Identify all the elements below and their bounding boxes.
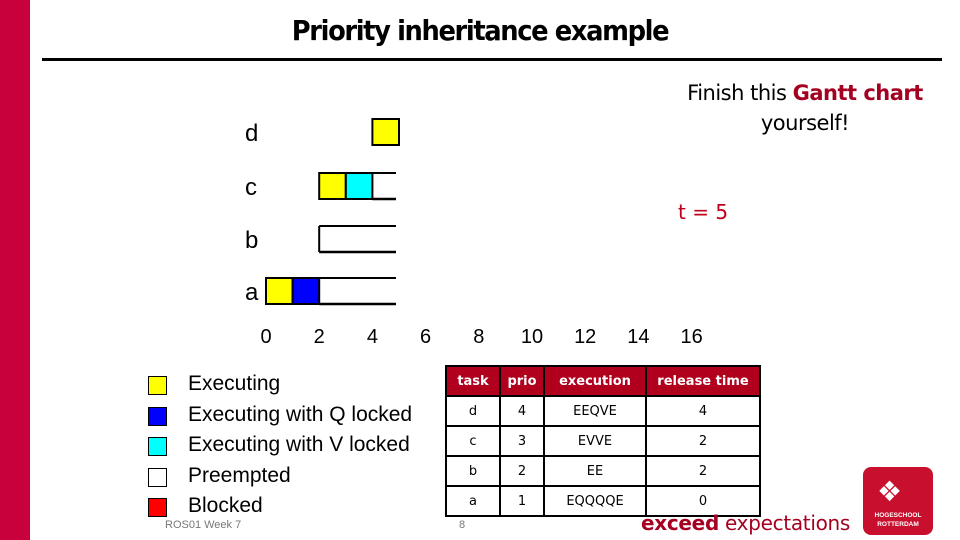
header-prio: prio (499, 365, 545, 397)
table-row: b 2 EE 2 (445, 455, 761, 487)
x-tick-label: 2 (314, 326, 325, 348)
logo-text: HOGESCHOOL ROTTERDAM (863, 511, 933, 529)
x-tick-label: 14 (627, 326, 649, 348)
table-row: c 3 EVVE 2 (445, 425, 761, 457)
cell-release-time: 2 (645, 425, 761, 457)
header-release-time: release time (645, 365, 761, 397)
cell-prio: 2 (499, 455, 545, 487)
gantt-chart: dcba0 2 4 6 8 10 12 14 16 (245, 118, 703, 348)
slide-title: Priority inheritance example (291, 14, 670, 47)
x-tick-label: 16 (680, 326, 702, 348)
x-tick-label: 6 (420, 326, 431, 348)
cell-release-time: 4 (645, 395, 761, 427)
x-tick-label: 0 (260, 326, 271, 348)
legend-label: Executing with Q locked (188, 402, 413, 426)
header-execution: execution (543, 365, 647, 397)
logo-line1: HOGESCHOOL (874, 512, 922, 519)
table-header-row: task prio execution release time (445, 365, 761, 397)
legend-swatch (148, 376, 167, 395)
note-highlight: Gantt chart (792, 81, 924, 105)
cell-execution: EEQVE (543, 395, 647, 427)
table-row: d 4 EEQVE 4 (445, 395, 761, 427)
accent-sidebar (0, 0, 30, 540)
gantt-segment-c-preempted (372, 172, 396, 201)
logo-line2: ROTTERDAM (877, 521, 919, 528)
page-number: 8 (459, 519, 466, 531)
gantt-segment-a-Q (291, 277, 321, 305)
cell-task: c (445, 425, 501, 457)
legend-label: Executing with V locked (188, 433, 410, 456)
task-label-c: c (245, 174, 257, 201)
logo-mark-icon: ❖ (877, 475, 903, 508)
legend-swatch (148, 498, 167, 517)
x-tick-label: 12 (574, 326, 596, 348)
cell-release-time: 2 (645, 455, 761, 487)
task-label-b: b (245, 227, 258, 254)
cell-prio: 1 (499, 485, 545, 517)
cell-execution: EVVE (543, 425, 647, 457)
note-suffix: yourself! (760, 111, 850, 135)
cell-execution: EQQQQE (543, 485, 647, 517)
gantt-segment-d-E (371, 118, 400, 146)
legend-label: Blocked (188, 494, 263, 517)
title-divider (42, 58, 942, 61)
brand-bold: exceed (641, 511, 719, 535)
legend-swatch (148, 467, 167, 487)
legend-swatch (148, 406, 167, 426)
x-tick-label: 4 (367, 326, 378, 348)
gantt-segment-c-E (318, 172, 347, 200)
cell-prio: 3 (499, 425, 545, 457)
cell-task: d (445, 395, 501, 427)
legend-label: Executing (188, 372, 281, 395)
gantt-segment-a-E (265, 277, 294, 305)
x-tick-label: 8 (473, 326, 484, 348)
cell-prio: 4 (499, 395, 545, 427)
legend-label: Preempted (188, 463, 291, 487)
header-task: task (445, 365, 501, 397)
cell-task: b (445, 455, 501, 487)
gantt-segment-b-preempted (318, 225, 396, 254)
task-label-a: a (245, 279, 259, 306)
x-tick-label: 10 (521, 326, 543, 348)
gantt-segment-a-preempted (319, 277, 396, 306)
legend-swatch (148, 437, 167, 456)
school-logo: ❖ HOGESCHOOL ROTTERDAM (863, 467, 933, 535)
footer-course: ROS01 Week 7 (165, 519, 242, 531)
task-label-d: d (245, 120, 258, 147)
cell-execution: EE (543, 455, 647, 487)
brand-tagline: exceed expectations (641, 511, 850, 535)
gantt-segment-c-V (344, 172, 374, 200)
brand-rest: expectations (718, 511, 851, 535)
cell-task: a (445, 485, 501, 517)
task-table: task prio execution release time d 4 EEQ… (445, 365, 761, 517)
